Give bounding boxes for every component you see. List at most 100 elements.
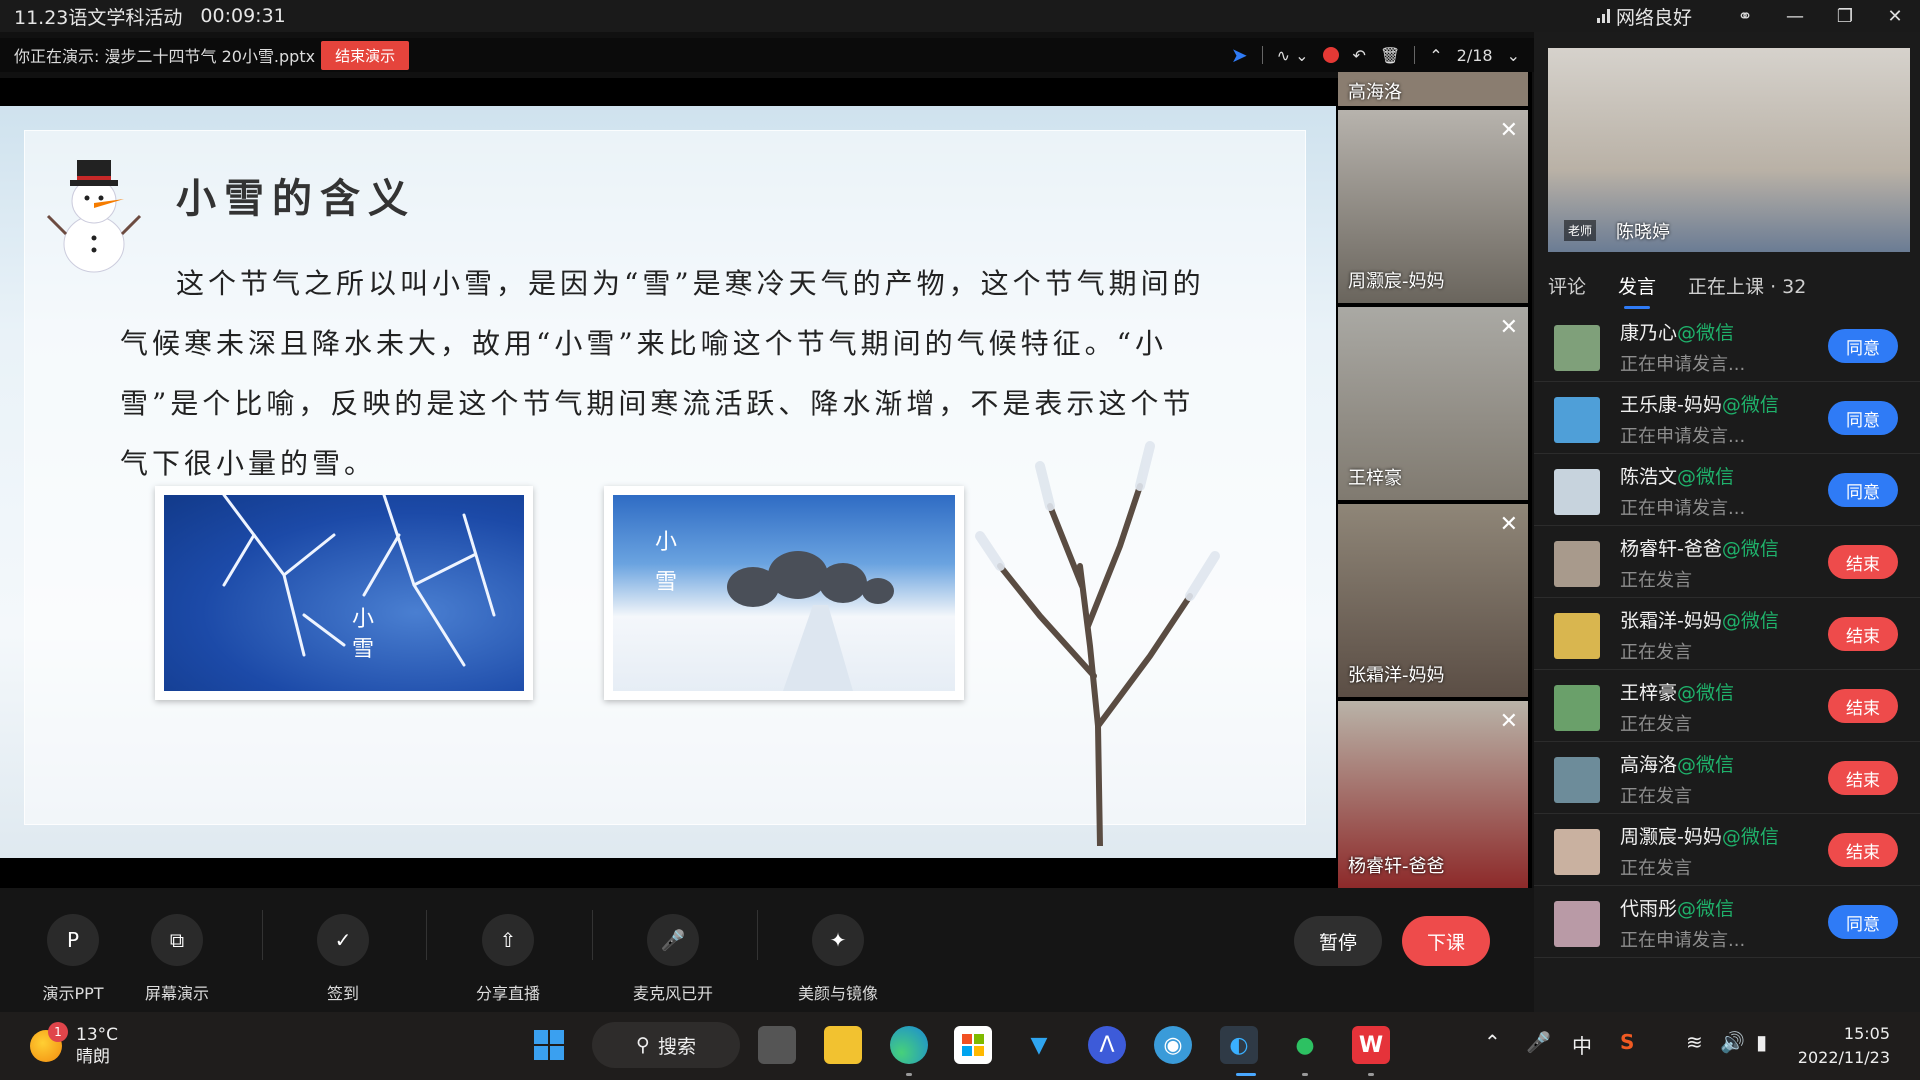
- participant-action-button[interactable]: 同意: [1828, 329, 1898, 363]
- participant-row: 代雨彤@微信 正在申请发言... 同意: [1534, 886, 1920, 958]
- edge-icon[interactable]: [890, 1026, 928, 1064]
- next-page-icon[interactable]: ⌄: [1507, 46, 1520, 65]
- microphone-icon: 🎤: [647, 914, 699, 966]
- close-button[interactable]: ✕: [1870, 0, 1920, 32]
- snow-field-photo: 小雪: [604, 486, 964, 700]
- task-view-icon[interactable]: [758, 1026, 796, 1064]
- store-icon[interactable]: [954, 1026, 992, 1064]
- divider: [426, 910, 427, 960]
- search-icon: ⚲: [636, 1034, 650, 1056]
- participant-name: 王乐康-妈妈@微信: [1620, 394, 1779, 416]
- browser-icon[interactable]: ◉: [1154, 1026, 1192, 1064]
- minimize-button[interactable]: —: [1770, 0, 1820, 32]
- wps-icon[interactable]: W: [1352, 1026, 1390, 1064]
- share-live-button[interactable]: ⇧ 分享直播: [453, 914, 563, 1004]
- app-icon[interactable]: Λ: [1088, 1026, 1126, 1064]
- participant-action-button[interactable]: 结束: [1828, 689, 1898, 723]
- prev-page-icon[interactable]: ⌃: [1429, 46, 1442, 65]
- screen-share-icon: ⧉: [151, 914, 203, 966]
- restore-button[interactable]: ❐: [1820, 0, 1870, 32]
- mic-button[interactable]: 🎤 麦克风已开: [618, 914, 728, 1004]
- participant-action-button[interactable]: 结束: [1828, 833, 1898, 867]
- tab-in-class[interactable]: 正在上课 · 32: [1688, 272, 1806, 299]
- video-tile[interactable]: ✕ 杨睿轩-爸爸: [1338, 701, 1528, 888]
- classroom-app-icon[interactable]: ◐: [1220, 1026, 1258, 1064]
- clock-date: 2022/11/23: [1797, 1048, 1890, 1067]
- running-indicator: [1236, 1073, 1256, 1076]
- participant-name: 王梓豪@微信: [1620, 682, 1735, 704]
- tab-speak[interactable]: 发言: [1618, 272, 1656, 309]
- weather-desc: 晴朗: [76, 1047, 110, 1067]
- mic-tray-icon[interactable]: 🎤: [1526, 1030, 1551, 1054]
- close-icon[interactable]: ✕: [1500, 118, 1518, 143]
- volume-icon[interactable]: 🔊: [1720, 1030, 1745, 1054]
- control-bar: P 演示PPT ⧉ 屏幕演示 ✓ 签到 ⇧ 分享直播 🎤 麦克风已开 ✦ 美颜与…: [0, 888, 1534, 1012]
- participant-action-button[interactable]: 结束: [1828, 761, 1898, 795]
- video-tile[interactable]: ✕ 王梓豪: [1338, 307, 1528, 500]
- vpn-icon[interactable]: ▼: [1020, 1026, 1058, 1064]
- participant-row: 高海洛@微信 正在发言 结束: [1534, 742, 1920, 814]
- pause-button[interactable]: 暂停: [1294, 916, 1382, 966]
- participant-row: 杨睿轩-爸爸@微信 正在发言 结束: [1534, 526, 1920, 598]
- participant-row: 张霜洋-妈妈@微信 正在发言 结束: [1534, 598, 1920, 670]
- participant-action-button[interactable]: 同意: [1828, 473, 1898, 507]
- beauty-mirror-button[interactable]: ✦ 美颜与镜像: [783, 914, 893, 1004]
- chevron-up-icon[interactable]: ⌃: [1484, 1030, 1501, 1054]
- screen-share-button[interactable]: ⧉ 屏幕演示: [122, 914, 232, 1004]
- checkin-button[interactable]: ✓ 签到: [288, 914, 398, 1004]
- battery-icon[interactable]: ▮: [1756, 1030, 1767, 1054]
- share-live-label: 分享直播: [475, 984, 540, 1003]
- participant-action-button[interactable]: 同意: [1828, 905, 1898, 939]
- close-icon[interactable]: ✕: [1500, 512, 1518, 537]
- participant-status: 正在发言: [1620, 786, 1692, 807]
- session-timer: 00:09:31: [200, 5, 286, 27]
- checkin-icon: ✓: [317, 914, 369, 966]
- teacher-video[interactable]: 老师 陈晓婷: [1548, 48, 1910, 252]
- participant-row: 陈浩文@微信 正在申请发言... 同意: [1534, 454, 1920, 526]
- taskbar-search[interactable]: ⚲ 搜索: [592, 1022, 740, 1068]
- wechat-icon[interactable]: ●: [1286, 1026, 1324, 1064]
- file-explorer-icon[interactable]: [824, 1026, 862, 1064]
- participant-status: 正在发言: [1620, 858, 1692, 879]
- participant-status: 正在发言: [1620, 714, 1692, 735]
- video-tile[interactable]: ✕ 周灏宸-妈妈: [1338, 110, 1528, 303]
- photo1-caption: 小雪: [352, 607, 375, 662]
- color-dot-icon[interactable]: [1322, 47, 1339, 63]
- frost-branch-icon: [222, 495, 496, 667]
- network-status: 网络良好: [1596, 3, 1692, 30]
- close-icon[interactable]: ✕: [1500, 315, 1518, 340]
- sogou-icon[interactable]: S: [1620, 1030, 1634, 1054]
- weather-widget[interactable]: 1 13°C 晴朗: [30, 1022, 118, 1068]
- wifi-icon[interactable]: ≋: [1686, 1030, 1703, 1054]
- pin-icon[interactable]: ⚭: [1720, 0, 1770, 32]
- end-presentation-button[interactable]: 结束演示: [321, 40, 410, 70]
- clock[interactable]: 15:05 2022/11/23: [1798, 1022, 1890, 1070]
- divider: [1414, 46, 1416, 64]
- tab-comments[interactable]: 评论: [1548, 272, 1586, 299]
- participant-action-button[interactable]: 结束: [1828, 617, 1898, 651]
- close-icon[interactable]: ✕: [1500, 709, 1518, 734]
- present-ppt-label: 演示PPT: [42, 984, 104, 1003]
- participant-list: 康乃心@微信 正在申请发言... 同意 王乐康-妈妈@微信 正在申请发言... 同意 陈浩文…: [1534, 310, 1920, 958]
- avatar: [1554, 901, 1600, 947]
- windows-start-icon[interactable]: [530, 1026, 568, 1064]
- screen-share-label: 屏幕演示: [144, 984, 209, 1003]
- participant-status: 正在申请发言...: [1620, 426, 1746, 447]
- participant-action-button[interactable]: 同意: [1828, 401, 1898, 435]
- video-tile[interactable]: ✕ 张霜洋-妈妈: [1338, 504, 1528, 697]
- present-ppt-button[interactable]: P 演示PPT: [18, 914, 128, 1004]
- pointer-icon[interactable]: ➤: [1231, 43, 1248, 67]
- participant-action-button[interactable]: 结束: [1828, 545, 1898, 579]
- video-column: 高海洛 ✕ 周灏宸-妈妈 ✕ 王梓豪 ✕ 张霜洋-妈妈 ✕ 杨睿轩-爸爸: [1338, 72, 1532, 888]
- participant-name: 代雨彤@微信: [1620, 898, 1735, 920]
- notification-badge: 1: [48, 1022, 68, 1042]
- end-class-button[interactable]: 下课: [1402, 916, 1490, 966]
- app-window: 11.23语文学科活动 00:09:31 网络良好 ⚭ — ❐ ✕ 你正在演示:…: [0, 0, 1920, 1080]
- undo-icon[interactable]: ↶: [1353, 46, 1366, 65]
- trash-icon[interactable]: 🗑: [1380, 46, 1400, 65]
- teacher-name: 陈晓婷: [1616, 222, 1670, 243]
- participant-row: 康乃心@微信 正在申请发言... 同意: [1534, 310, 1920, 382]
- ime-indicator[interactable]: 中: [1572, 1030, 1592, 1059]
- pen-icon[interactable]: ∿ ⌄: [1277, 46, 1309, 65]
- video-tile[interactable]: 高海洛: [1338, 72, 1528, 106]
